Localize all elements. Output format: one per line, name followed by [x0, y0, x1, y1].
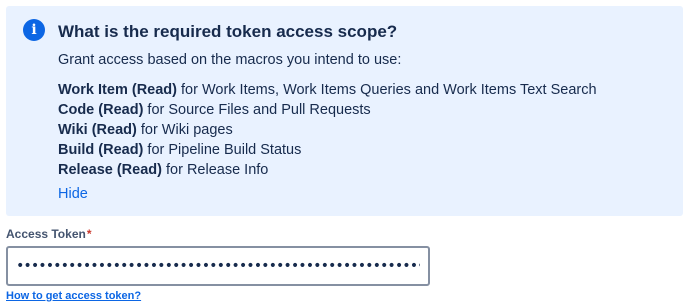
- access-token-label: Access Token*: [6, 227, 92, 241]
- scope-list: Work Item (Read) for Work Items, Work It…: [58, 80, 597, 180]
- scope-name: Release (Read): [58, 162, 162, 178]
- info-subtitle: Grant access based on the macros you int…: [58, 52, 402, 68]
- hide-link[interactable]: Hide: [58, 186, 88, 202]
- scope-description: for Pipeline Build Status: [143, 142, 302, 158]
- scope-name: Code (Read): [58, 102, 144, 118]
- info-icon: i: [23, 19, 45, 41]
- scope-description: for Release Info: [161, 162, 269, 178]
- scope-name: Build (Read): [58, 142, 144, 158]
- access-token-input[interactable]: [6, 246, 430, 286]
- scope-description: for Wiki pages: [136, 122, 233, 138]
- scope-name: Wiki (Read): [58, 122, 137, 138]
- scope-item-code: Code (Read) for Source Files and Pull Re…: [58, 100, 597, 120]
- info-panel: i What is the required token access scop…: [6, 6, 683, 216]
- scope-item-work-item: Work Item (Read) for Work Items, Work It…: [58, 80, 597, 100]
- scope-item-wiki: Wiki (Read) for Wiki pages: [58, 120, 597, 140]
- how-to-get-token-link[interactable]: How to get access token?: [6, 290, 141, 302]
- access-token-label-text: Access Token: [6, 227, 86, 241]
- scope-name: Work Item (Read): [58, 82, 177, 98]
- required-marker: *: [86, 227, 92, 241]
- scope-description: for Source Files and Pull Requests: [143, 102, 371, 118]
- scope-item-release: Release (Read) for Release Info: [58, 160, 597, 180]
- scope-description: for Work Items, Work Items Queries and W…: [176, 82, 597, 98]
- scope-item-build: Build (Read) for Pipeline Build Status: [58, 140, 597, 160]
- info-title: What is the required token access scope?: [58, 22, 398, 41]
